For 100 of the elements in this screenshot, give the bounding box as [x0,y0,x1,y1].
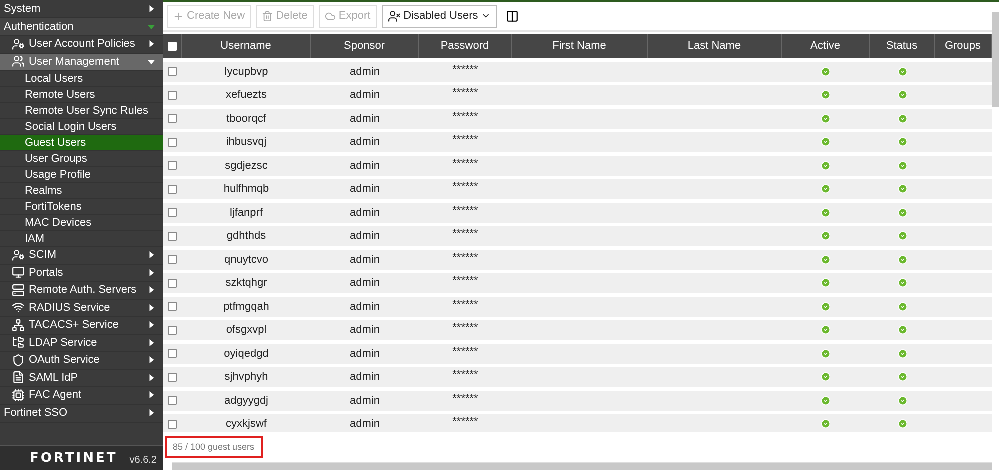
sidebar-item[interactable]: LDAP Service [0,334,163,352]
filter-dropdown[interactable]: Disabled Users [382,4,498,28]
row-checkbox[interactable] [168,67,177,76]
sponsor-cell-text: admin [349,229,381,244]
column-header[interactable]: Last Name [648,34,782,58]
sidebar-item[interactable]: RADIUS Service [0,300,163,317]
column-header[interactable]: Sponsor [311,34,419,58]
sidebar-link[interactable]: MAC Devices [0,215,163,231]
caret-right-icon[interactable] [148,4,155,12]
sidebar-link[interactable]: Realms [0,183,163,199]
sidebar-link[interactable]: FortiTokens [0,199,163,215]
sponsor-cell-text: admin [349,276,381,291]
sidebar-item[interactable]: FAC Agent [0,387,163,404]
caret-right-icon[interactable] [148,251,155,260]
caret-right-icon[interactable] [148,391,155,400]
username-cell-text: oyiqedgd [223,346,270,362]
row-checkbox[interactable] [168,302,177,311]
row-checkbox[interactable] [168,232,177,240]
caret-right-icon[interactable] [148,356,155,364]
row-checkbox[interactable] [168,90,177,100]
password-cell-text: ****** [452,62,480,78]
sidebar-item[interactable]: SAML IdP [0,370,163,387]
column-header[interactable]: Status [870,34,935,58]
scrollbar-thumb[interactable] [992,12,999,107]
password-cell-text: ****** [452,86,480,101]
username-cell-text: gdhthds [226,229,268,244]
password-cell-text: ****** [452,250,480,266]
sidebar-item[interactable]: User Account Policies [0,36,163,54]
password-cell-text: ****** [452,156,480,172]
row-checkbox[interactable] [168,184,177,194]
sidebar-link[interactable]: Remote User Sync Rules [0,103,163,119]
sidebar-link[interactable]: Social Login Users [0,119,163,135]
username-cell-text: szktqhgr [224,276,268,291]
caret-right-icon[interactable] [148,374,155,382]
sponsor-cell-text: admin [349,64,381,80]
password-cell-text: ****** [452,321,480,336]
sidebar-item[interactable]: SCIM [0,247,163,264]
row-checkbox[interactable] [168,326,177,334]
sidebar-section[interactable]: Fortinet SSO [0,404,163,422]
password-cell-text: ****** [452,204,480,218]
caret-right-icon[interactable] [148,40,155,48]
username-cell-text: ljfanprf [228,206,264,220]
sponsor-cell-text: admin [349,323,381,338]
column-header[interactable]: First Name [512,34,648,58]
shield-icon [12,354,25,367]
column-header[interactable]: Active [782,34,870,58]
sponsor-cell-text: admin [349,370,381,385]
row-checkbox[interactable] [168,208,177,217]
password-cell-text: ****** [452,368,480,383]
sidebar-link[interactable]: Local Users [0,71,163,87]
sponsor-cell-text: admin [349,252,381,268]
row-checkbox[interactable] [168,372,177,382]
password-cell-text: ****** [452,274,480,289]
username-cell-text: ofsgxvpl [225,323,268,338]
caret-right-icon[interactable] [148,409,155,417]
record-count: 85 / 100 guest users [165,436,263,458]
sidebar-item[interactable]: OAuth Service [0,352,163,370]
columns-icon[interactable] [506,10,520,22]
horizontal-scrollbar[interactable] [172,462,992,470]
sidebar-link[interactable]: Guest Users [0,135,163,151]
sponsor-cell-text: admin [349,206,381,220]
network-icon [12,318,25,332]
sidebar-section[interactable]: Authentication [0,18,163,36]
sidebar-link[interactable]: IAM [0,231,163,247]
sidebar-link[interactable]: Remote Users [0,87,163,103]
document-icon [12,371,25,384]
select-all-checkbox[interactable] [168,42,176,50]
monitor-icon [12,266,25,280]
caret-right-icon[interactable] [148,286,155,294]
caret-right-icon[interactable] [148,338,155,347]
row-checkbox[interactable] [168,255,177,264]
sidebar-item[interactable]: Portals [0,264,163,282]
sponsor-cell-text: admin [349,88,381,103]
username-cell-text: lycupbvp [224,64,270,80]
row-checkbox[interactable] [168,396,177,405]
sidebar-item[interactable]: TACACS+ Service [0,317,163,334]
caret-right-icon[interactable] [148,304,155,312]
caret-right-icon[interactable] [148,321,155,330]
cloud-icon [324,10,336,22]
row-checkbox[interactable] [168,420,177,428]
sidebar-link[interactable]: User Groups [0,151,163,167]
password-cell-text: ****** [452,227,480,242]
row-checkbox[interactable] [168,161,177,170]
password-cell-text: ****** [452,180,480,195]
column-header[interactable]: Password [419,34,512,58]
caret-right-icon[interactable] [148,268,155,277]
sidebar-link[interactable]: Usage Profile [0,167,163,183]
row-checkbox[interactable] [168,138,177,146]
row-checkbox[interactable] [168,349,177,358]
row-checkbox[interactable] [168,278,177,288]
column-header[interactable]: Groups [935,34,992,58]
sponsor-cell-text: admin [349,135,381,150]
tree-icon [12,336,25,350]
sidebar-item[interactable]: Remote Auth. Servers [0,282,163,300]
row-checkbox[interactable] [168,114,177,123]
column-header[interactable]: Username [182,34,311,58]
caret-down-icon[interactable] [148,22,155,30]
username-cell-text: adgyygdj [223,394,270,408]
user-gear-icon [12,248,25,262]
caret-down-icon[interactable] [148,58,155,66]
